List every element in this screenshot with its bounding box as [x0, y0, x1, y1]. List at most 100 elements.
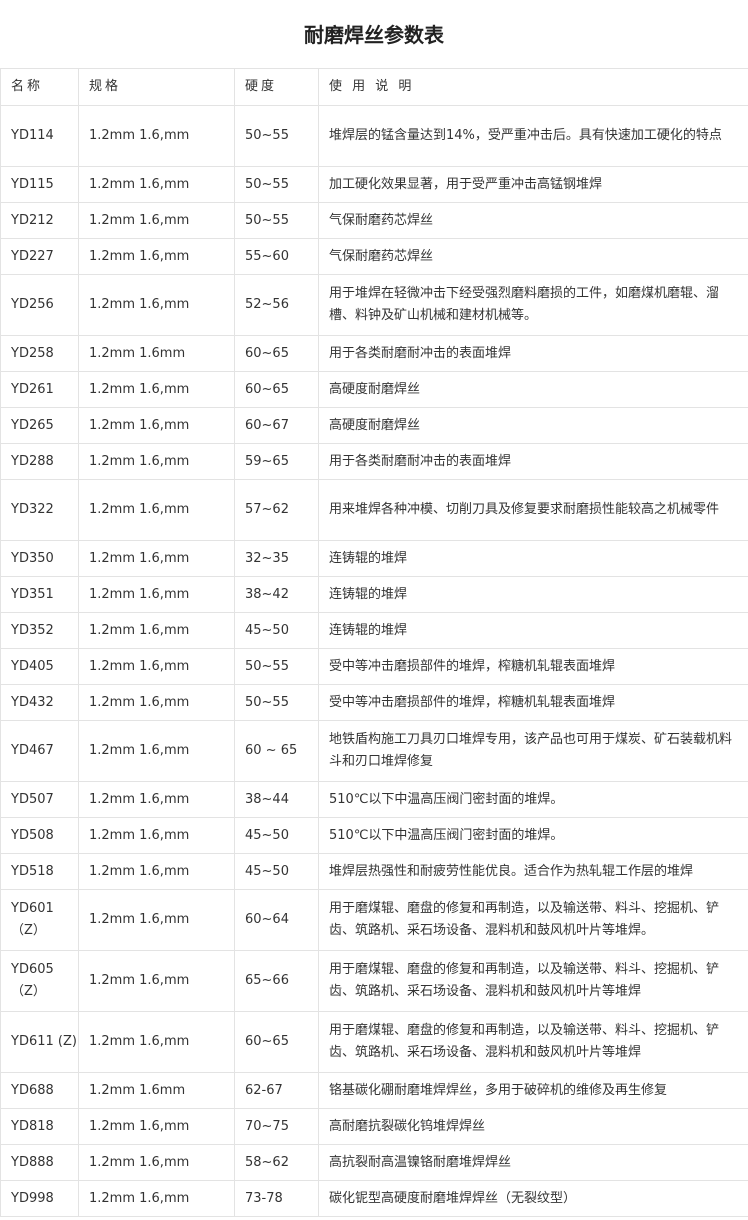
cell-hardness: 38~44: [234, 781, 319, 818]
cell-name: YD352: [0, 612, 79, 649]
cell-hardness: 60~65: [234, 371, 319, 408]
cell-hardness: 32~35: [234, 540, 319, 577]
cell-spec: 1.2mm 1.6,mm: [78, 407, 235, 444]
cell-name: YD256: [0, 274, 79, 336]
table-row: YD688 1.2mm 1.6mm 62-67 铬基碳化硼耐磨堆焊焊丝，多用于破碎机的…: [0, 1072, 748, 1109]
cell-name: YD114: [0, 105, 79, 167]
cell-name: YD432: [0, 684, 79, 721]
table-body: YD114 1.2mm 1.6,mm 50~55 堆焊层的锰含量达到14%，受严重冲击…: [0, 105, 748, 1217]
cell-hardness: 50~55: [234, 684, 319, 721]
cell-name: YD258: [0, 335, 79, 372]
table-row: YD888 1.2mm 1.6,mm 58~62 高抗裂耐高温镍铬耐磨堆焊焊丝: [0, 1144, 748, 1181]
cell-spec: 1.2mm 1.6,mm: [78, 1144, 235, 1181]
cell-spec: 1.2mm 1.6,mm: [78, 950, 235, 1012]
cell-hardness: 38~42: [234, 576, 319, 613]
cell-spec: 1.2mm 1.6,mm: [78, 576, 235, 613]
cell-description: 气保耐磨药芯焊丝: [318, 238, 748, 275]
cell-name: YD227: [0, 238, 79, 275]
cell-name: YD212: [0, 202, 79, 239]
cell-spec: 1.2mm 1.6,mm: [78, 1011, 235, 1073]
cell-description: 高硬度耐磨焊丝: [318, 371, 748, 408]
cell-hardness: 60~65: [234, 335, 319, 372]
cell-hardness: 50~55: [234, 202, 319, 239]
cell-hardness: 45~50: [234, 817, 319, 854]
cell-hardness: 50~55: [234, 166, 319, 203]
cell-description: 加工硬化效果显著，用于受严重冲击高锰钢堆焊: [318, 166, 748, 203]
cell-name: YD350: [0, 540, 79, 577]
cell-description: 连铸辊的堆焊: [318, 612, 748, 649]
cell-name: YD998: [0, 1180, 79, 1217]
cell-hardness: 55~60: [234, 238, 319, 275]
cell-name: YD688: [0, 1072, 79, 1109]
cell-spec: 1.2mm 1.6,mm: [78, 443, 235, 480]
table-row: YD265 1.2mm 1.6,mm 60~67 高硬度耐磨焊丝: [0, 407, 748, 444]
cell-description: 高耐磨抗裂碳化钨堆焊焊丝: [318, 1108, 748, 1145]
table-row: YD405 1.2mm 1.6,mm 50~55 受中等冲击磨损部件的堆焊，榨糖机轧辊…: [0, 648, 748, 685]
cell-description: 受中等冲击磨损部件的堆焊，榨糖机轧辊表面堆焊: [318, 648, 748, 685]
cell-hardness: 57~62: [234, 479, 319, 541]
cell-description: 用于磨煤辊、磨盘的修复和再制造，以及输送带、料斗、挖掘机、铲齿、筑路机、采石场设…: [318, 889, 748, 951]
cell-spec: 1.2mm 1.6,mm: [78, 202, 235, 239]
cell-hardness: 60~67: [234, 407, 319, 444]
cell-hardness: 50~55: [234, 105, 319, 167]
table-row: YD261 1.2mm 1.6,mm 60~65 高硬度耐磨焊丝: [0, 371, 748, 408]
cell-hardness: 59~65: [234, 443, 319, 480]
cell-spec: 1.2mm 1.6,mm: [78, 853, 235, 890]
table-row: YD508 1.2mm 1.6,mm 45~50 510℃以下中温高压阀门密封面的堆焊…: [0, 817, 748, 854]
cell-name: YD507: [0, 781, 79, 818]
cell-spec: 1.2mm 1.6,mm: [78, 781, 235, 818]
table-row: YD350 1.2mm 1.6,mm 32~35 连铸辊的堆焊: [0, 540, 748, 577]
cell-name: YD405: [0, 648, 79, 685]
cell-name: YD611 (Z): [0, 1011, 79, 1073]
table-row: YD818 1.2mm 1.6,mm 70~75 高耐磨抗裂碳化钨堆焊焊丝: [0, 1108, 748, 1145]
cell-description: 高抗裂耐高温镍铬耐磨堆焊焊丝: [318, 1144, 748, 1181]
cell-hardness: 70~75: [234, 1108, 319, 1145]
cell-description: 受中等冲击磨损部件的堆焊，榨糖机轧辊表面堆焊: [318, 684, 748, 721]
table-row: YD227 1.2mm 1.6,mm 55~60 气保耐磨药芯焊丝: [0, 238, 748, 275]
cell-name: YD288: [0, 443, 79, 480]
cell-spec: 1.2mm 1.6,mm: [78, 371, 235, 408]
cell-description: 堆焊层热强性和耐疲劳性能优良。适合作为热轧辊工作层的堆焊: [318, 853, 748, 890]
cell-spec: 1.2mm 1.6,mm: [78, 648, 235, 685]
cell-description: 510℃以下中温高压阀门密封面的堆焊。: [318, 781, 748, 818]
cell-description: 用于磨煤辊、磨盘的修复和再制造，以及输送带、料斗、挖掘机、铲齿、筑路机、采石场设…: [318, 1011, 748, 1073]
cell-name: YD261: [0, 371, 79, 408]
cell-description: 碳化铌型高硬度耐磨堆焊焊丝（无裂纹型）: [318, 1180, 748, 1217]
parameter-table: 名称 规格 硬度 使 用 说 明 YD114 1.2mm 1.6,mm 50~55 堆…: [0, 68, 748, 1217]
cell-description: 用于堆焊在轻微冲击下经受强烈磨料磨损的工件，如磨煤机磨辊、溜槽、料钟及矿山机械和…: [318, 274, 748, 336]
header-name: 名称: [0, 68, 79, 106]
cell-spec: 1.2mm 1.6,mm: [78, 720, 235, 782]
cell-name: YD518: [0, 853, 79, 890]
cell-name: YD467: [0, 720, 79, 782]
cell-spec: 1.2mm 1.6,mm: [78, 684, 235, 721]
cell-spec: 1.2mm 1.6,mm: [78, 612, 235, 649]
cell-name: YD115: [0, 166, 79, 203]
cell-name: YD888: [0, 1144, 79, 1181]
cell-description: 连铸辊的堆焊: [318, 540, 748, 577]
cell-spec: 1.2mm 1.6,mm: [78, 166, 235, 203]
table-row: YD998 1.2mm 1.6,mm 73-78 碳化铌型高硬度耐磨堆焊焊丝（无裂纹型…: [0, 1180, 748, 1217]
cell-name: YD322: [0, 479, 79, 541]
table-row: YD611 (Z) 1.2mm 1.6,mm 60~65 用于磨煤辊、磨盘的修复和再制…: [0, 1011, 748, 1073]
table-row: YD258 1.2mm 1.6mm 60~65 用于各类耐磨耐冲击的表面堆焊: [0, 335, 748, 372]
cell-name: YD601（Z）: [0, 889, 79, 951]
cell-hardness: 60~64: [234, 889, 319, 951]
cell-name: YD351: [0, 576, 79, 613]
page-title: 耐磨焊丝参数表: [304, 23, 444, 47]
table-row: YD352 1.2mm 1.6,mm 45~50 连铸辊的堆焊: [0, 612, 748, 649]
cell-description: 气保耐磨药芯焊丝: [318, 202, 748, 239]
cell-hardness: 52~56: [234, 274, 319, 336]
header-spec: 规格: [78, 68, 235, 106]
header-hardness: 硬度: [234, 68, 319, 106]
cell-spec: 1.2mm 1.6,mm: [78, 479, 235, 541]
cell-hardness: 45~50: [234, 612, 319, 649]
cell-description: 用来堆焊各种冲模、切削刀具及修复要求耐磨损性能较高之机械零件: [318, 479, 748, 541]
cell-hardness: 60~65: [234, 1011, 319, 1073]
table-row: YD351 1.2mm 1.6,mm 38~42 连铸辊的堆焊: [0, 576, 748, 613]
cell-spec: 1.2mm 1.6mm: [78, 1072, 235, 1109]
cell-description: 510℃以下中温高压阀门密封面的堆焊。: [318, 817, 748, 854]
cell-spec: 1.2mm 1.6,mm: [78, 238, 235, 275]
table-row: YD601（Z） 1.2mm 1.6,mm 60~64 用于磨煤辊、磨盘的修复和再制造…: [0, 889, 748, 951]
table-row: YD432 1.2mm 1.6,mm 50~55 受中等冲击磨损部件的堆焊，榨糖机轧辊…: [0, 684, 748, 721]
cell-description: 用于各类耐磨耐冲击的表面堆焊: [318, 335, 748, 372]
